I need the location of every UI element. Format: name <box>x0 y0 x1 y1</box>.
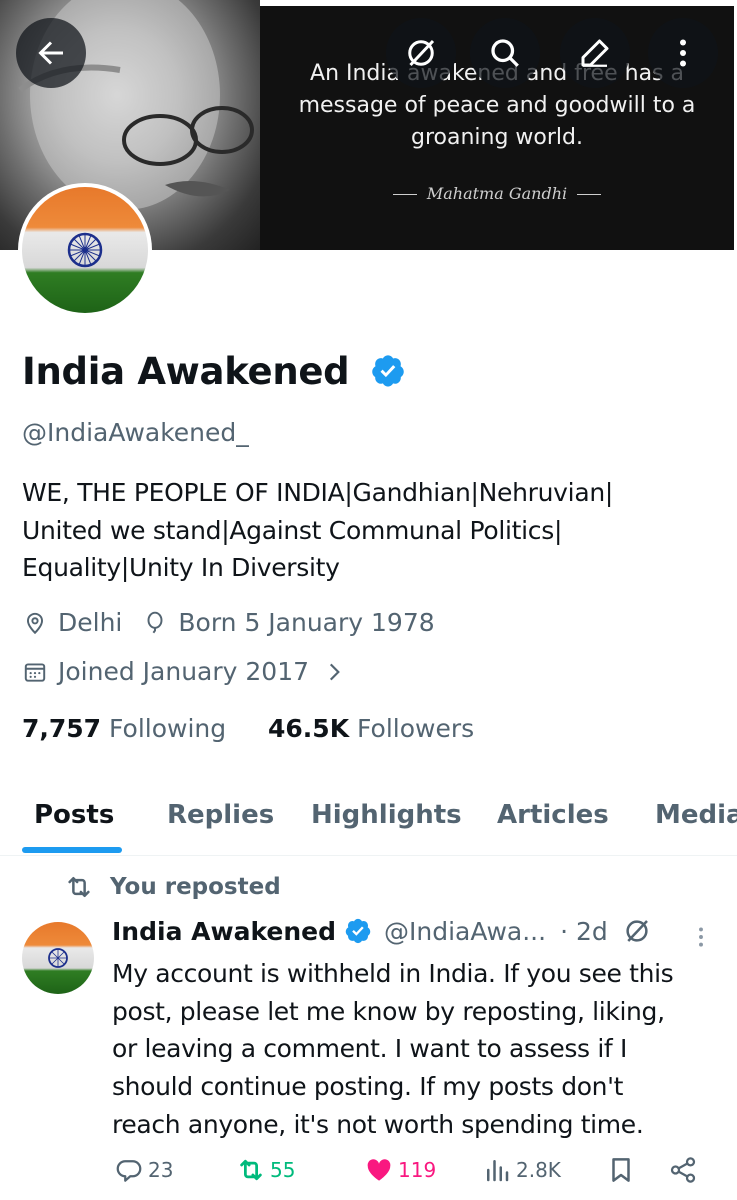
active-tab-indicator <box>22 847 122 853</box>
repost-icon <box>68 877 90 897</box>
post-author-avatar[interactable] <box>22 922 94 994</box>
share-button[interactable] <box>668 1155 702 1185</box>
quote-author-name: Mahatma Gandhi <box>426 184 568 203</box>
bookmark-button[interactable] <box>606 1155 640 1185</box>
profile-name-text: India Awakened <box>22 350 350 393</box>
arrow-left-icon <box>38 41 63 65</box>
post-timestamp[interactable]: · 2d <box>560 917 608 946</box>
location-pin-icon <box>26 612 44 634</box>
profile-bio: WE, THE PEOPLE OF INDIA|Gandhian|Nehruvi… <box>22 474 722 587</box>
repost-count: 55 <box>270 1158 296 1182</box>
repost-icon <box>240 1159 262 1181</box>
post-text-line: post, please let me know by reposting, l… <box>112 996 665 1026</box>
follow-counts: 7,757 Following 46.5K Followers <box>22 714 474 743</box>
following-link[interactable]: 7,757 Following <box>22 714 226 743</box>
like-button[interactable]: 119 <box>364 1155 436 1185</box>
back-button[interactable] <box>16 18 86 88</box>
repost-indicator: You reposted <box>64 872 281 902</box>
views-button[interactable]: 2.8K <box>482 1155 561 1185</box>
location-item: Delhi <box>22 608 122 637</box>
bio-line: Equality|Unity In Diversity <box>22 553 340 582</box>
grok-button[interactable] <box>386 18 456 88</box>
more-vertical-icon <box>680 39 686 67</box>
like-count: 119 <box>398 1158 437 1182</box>
calendar-icon <box>24 662 46 682</box>
heart-icon <box>367 1159 391 1181</box>
reply-count: 23 <box>148 1158 174 1182</box>
reply-icon <box>116 1160 142 1182</box>
born-text: Born 5 January 1978 <box>178 608 435 637</box>
repost-label: You reposted <box>110 874 281 900</box>
tab-media[interactable]: Media <box>655 800 737 830</box>
repost-button[interactable]: 55 <box>236 1155 295 1185</box>
post-header: India Awakened @IndiaAwa... · 2d <box>112 916 652 946</box>
banner-quote-author: Mahatma Gandhi <box>260 184 734 203</box>
profile-handle: @IndiaAwakened_ <box>22 418 249 447</box>
bio-line: United we stand|Against Communal Politic… <box>22 515 563 545</box>
joined-row[interactable]: Joined January 2017 <box>22 657 367 686</box>
india-flag-image <box>22 187 148 313</box>
post-more-button[interactable] <box>688 922 714 952</box>
bookmark-icon <box>612 1158 630 1182</box>
view-count: 2.8K <box>516 1158 561 1182</box>
chevron-right-icon <box>329 663 340 680</box>
birthday-item: Born 5 January 1978 <box>142 608 435 637</box>
more-options-button[interactable] <box>648 18 718 88</box>
balloon-icon <box>147 611 163 633</box>
profile-name: India Awakened <box>22 350 406 393</box>
post-actions: 23 55 119 2.8K <box>112 1155 712 1195</box>
post-text-line: or leaving a comment. I want to assess i… <box>112 1034 627 1064</box>
search-button[interactable] <box>470 18 540 88</box>
post-text-line: My account is withheld in India. If you … <box>112 959 674 988</box>
location-text: Delhi <box>58 608 123 637</box>
profile-avatar[interactable] <box>18 183 152 317</box>
post-text-line: should continue posting. If my posts don… <box>112 1072 624 1102</box>
post-author-name[interactable]: India Awakened <box>112 917 336 946</box>
joined-text: Joined January 2017 <box>58 657 310 686</box>
pencil-icon <box>581 39 609 67</box>
grok-icon[interactable] <box>622 916 652 946</box>
reply-button[interactable]: 23 <box>114 1155 173 1185</box>
joined-item[interactable]: Joined January 2017 <box>22 657 347 686</box>
more-vertical-icon <box>699 927 703 947</box>
followers-link[interactable]: 46.5K Followers <box>268 714 474 743</box>
search-icon <box>491 39 519 67</box>
followers-label: Followers <box>357 714 475 743</box>
post-author-handle[interactable]: @IndiaAwa... <box>384 917 546 946</box>
bio-line: WE, THE PEOPLE OF INDIA|Gandhian|Nehruvi… <box>22 478 614 507</box>
followers-count: 46.5K <box>268 714 350 743</box>
tab-articles[interactable]: Articles <box>497 800 609 830</box>
tab-replies[interactable]: Replies <box>167 800 274 830</box>
verified-badge-icon[interactable] <box>344 917 372 945</box>
bar-chart-icon <box>487 1160 509 1182</box>
share-icon <box>670 1157 696 1183</box>
profile-tabs: Posts Replies Highlights Articles Media <box>0 780 737 856</box>
edit-button[interactable] <box>560 18 630 88</box>
tab-posts[interactable]: Posts <box>34 800 114 830</box>
post-text-line: reach anyone, it's not worth spending ti… <box>112 1109 644 1139</box>
grok-icon <box>408 39 435 67</box>
tab-highlights[interactable]: Highlights <box>311 800 462 830</box>
following-label: Following <box>109 714 227 743</box>
verified-badge-icon[interactable] <box>370 353 406 389</box>
profile-meta-row: Delhi Born 5 January 1978 <box>22 608 455 637</box>
post-body: My account is withheld in India. If you … <box>112 955 727 1144</box>
following-count: 7,757 <box>22 714 102 743</box>
